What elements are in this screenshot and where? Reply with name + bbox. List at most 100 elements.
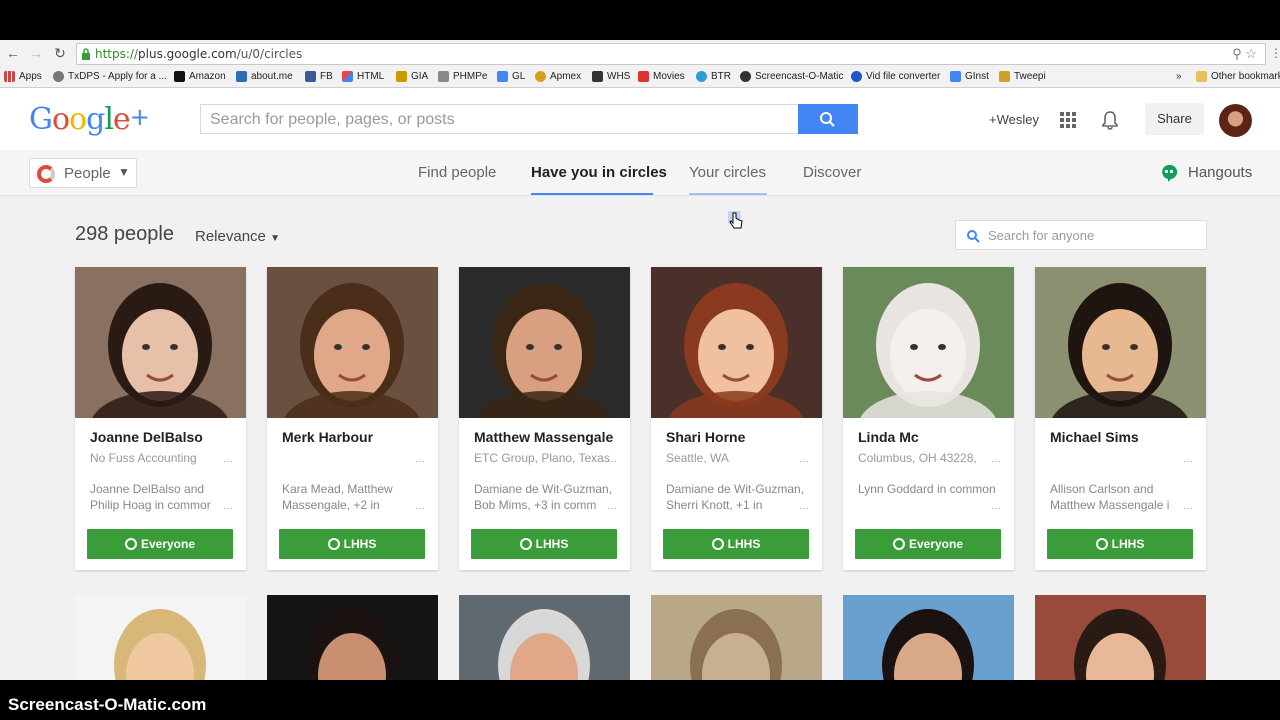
circle-membership-button[interactable]: LHHS <box>1047 529 1193 559</box>
profile-photo[interactable] <box>459 267 630 418</box>
person-card[interactable] <box>267 595 438 680</box>
profile-photo[interactable] <box>843 595 1014 680</box>
person-card[interactable] <box>843 595 1014 680</box>
person-card[interactable] <box>1035 595 1206 680</box>
tab-your-circles[interactable]: Your circles <box>689 164 766 181</box>
tab-discover[interactable]: Discover <box>803 164 861 181</box>
person-card[interactable] <box>651 595 822 680</box>
person-name[interactable]: Michael Sims <box>1050 429 1139 445</box>
person-name[interactable]: Shari Horne <box>666 429 745 445</box>
omnibox-icons: ⚲ ☆ <box>1232 46 1257 62</box>
bookmark-label: about.me <box>251 71 293 82</box>
more-icon[interactable]: … <box>799 501 809 512</box>
profile-photo[interactable] <box>651 267 822 418</box>
circle-membership-button[interactable]: Everyone <box>87 529 233 559</box>
mutual-line: Massengale, +2 in <box>282 498 380 512</box>
more-icon[interactable]: … <box>991 454 1001 465</box>
bookmark-apmex[interactable]: Apmex <box>535 71 581 82</box>
star-icon[interactable]: ☆ <box>1245 46 1257 61</box>
search-anyone-input[interactable]: Search for anyone <box>955 220 1207 250</box>
bookmark-apps[interactable]: Apps <box>4 71 42 82</box>
person-name[interactable]: Joanne DelBalso <box>90 429 203 445</box>
person-card[interactable]: Matthew Massengale ETC Group, Plano, Tex… <box>459 267 630 570</box>
circle-membership-button[interactable]: LHHS <box>279 529 425 559</box>
bookmark-gl[interactable]: GL <box>497 71 525 82</box>
mutual-line: Matthew Massengale i <box>1050 498 1170 512</box>
chrome-menu-icon[interactable]: ⋮ <box>1270 46 1280 60</box>
url-input[interactable]: https://plus.google.com/u/0/circles ⚲ ☆ <box>76 43 1266 65</box>
profile-photo[interactable] <box>651 595 822 680</box>
profile-photo[interactable] <box>267 267 438 418</box>
profile-photo[interactable] <box>1035 595 1206 680</box>
more-icon[interactable]: … <box>1183 454 1193 465</box>
other-bookmarks[interactable]: Other bookmark <box>1196 71 1280 82</box>
more-icon[interactable]: … <box>415 454 425 465</box>
profile-photo[interactable] <box>843 267 1014 418</box>
bookmark-tweepi[interactable]: Tweepi <box>999 71 1046 82</box>
user-profile-link[interactable]: +Wesley <box>989 112 1039 127</box>
person-card[interactable]: Linda Mc Columbus, OH 43228, … Lynn Godd… <box>843 267 1014 570</box>
more-icon[interactable]: … <box>223 501 233 512</box>
bookmark-label: Tweepi <box>1014 71 1046 82</box>
google-plus-logo[interactable]: Google+ <box>29 102 150 137</box>
reload-icon[interactable]: ↻ <box>52 45 68 61</box>
people-dropdown[interactable]: People ▼ <box>29 158 137 188</box>
search-button[interactable] <box>798 104 858 134</box>
notification-bell-icon[interactable] <box>1101 110 1119 130</box>
person-name[interactable]: Merk Harbour <box>282 429 373 445</box>
search-input[interactable]: Search for people, pages, or posts <box>200 104 799 134</box>
person-card[interactable] <box>459 595 630 680</box>
apps-grid-icon[interactable] <box>1060 112 1076 128</box>
bookmark-amazon[interactable]: Amazon <box>174 71 226 82</box>
bookmark-movies[interactable]: Movies <box>638 71 685 82</box>
circle-membership-button[interactable]: LHHS <box>471 529 617 559</box>
bookmark-phmpe[interactable]: PHMPe <box>438 71 487 82</box>
tab-find-people[interactable]: Find people <box>418 164 496 181</box>
more-icon[interactable]: … <box>607 501 617 512</box>
person-name[interactable]: Linda Mc <box>858 429 919 445</box>
profile-photo[interactable] <box>1035 267 1206 418</box>
bookmark-screencast[interactable]: Screencast-O-Matic <box>740 71 843 82</box>
more-icon[interactable]: … <box>607 454 617 465</box>
circle-membership-button[interactable]: Everyone <box>855 529 1001 559</box>
bookmark-label: Amazon <box>189 71 226 82</box>
more-icon[interactable]: … <box>415 501 425 512</box>
bookmarks-overflow-icon[interactable]: » <box>1176 71 1182 82</box>
profile-photo[interactable] <box>75 267 246 418</box>
back-arrow-icon[interactable]: ← <box>5 45 21 61</box>
person-card[interactable]: Shari Horne Seattle, WA … Damiane de Wit… <box>651 267 822 570</box>
tab-have-you-in-circles[interactable]: Have you in circles <box>531 164 667 181</box>
person-card[interactable] <box>75 595 246 680</box>
profile-photo[interactable] <box>267 595 438 680</box>
bookmark-ginst[interactable]: GInst <box>950 71 989 82</box>
bookmark-whs[interactable]: WHS <box>592 71 630 82</box>
profile-photo[interactable] <box>459 595 630 680</box>
bookmark-txdps[interactable]: TxDPS - Apply for a ... <box>53 71 167 82</box>
zoom-icon[interactable]: ⚲ <box>1232 46 1242 61</box>
avatar[interactable] <box>1219 104 1252 137</box>
circle-label: LHHS <box>343 537 377 551</box>
forward-arrow-icon[interactable]: → <box>28 45 44 61</box>
bookmark-btr[interactable]: BTR <box>696 71 731 82</box>
person-card[interactable]: Merk Harbour … Kara Mead, Matthew Massen… <box>267 267 438 570</box>
bookmark-aboutme[interactable]: about.me <box>236 71 293 82</box>
bookmark-gia[interactable]: GIA <box>396 71 428 82</box>
bookmark-html[interactable]: HTML <box>342 71 384 82</box>
share-button[interactable]: Share <box>1145 103 1204 135</box>
circle-membership-button[interactable]: LHHS <box>663 529 809 559</box>
hangouts-link[interactable]: Hangouts <box>1188 164 1252 181</box>
bookmark-fb[interactable]: FB <box>305 71 333 82</box>
person-name[interactable]: Matthew Massengale <box>474 429 613 445</box>
person-card[interactable]: Michael Sims … Allison Carlson and Matth… <box>1035 267 1206 570</box>
bookmark-label: GIA <box>411 71 429 82</box>
person-card[interactable]: Joanne DelBalso No Fuss Accounting … Joa… <box>75 267 246 570</box>
more-icon[interactable]: … <box>991 501 1001 512</box>
sort-dropdown[interactable]: Relevance ▼ <box>195 228 280 245</box>
more-icon[interactable]: … <box>799 454 809 465</box>
more-icon[interactable]: … <box>223 454 233 465</box>
profile-photo[interactable] <box>75 595 246 680</box>
circle-icon <box>124 538 137 550</box>
bookmark-vidconverter[interactable]: Vid file converter <box>851 71 940 82</box>
more-icon[interactable]: … <box>1183 501 1193 512</box>
circle-icon <box>1095 538 1108 550</box>
